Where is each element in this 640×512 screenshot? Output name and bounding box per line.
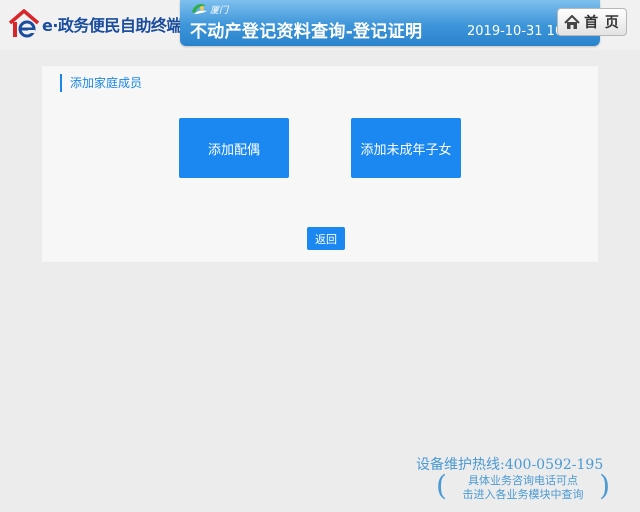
footer-note-line-1: 具体业务咨询电话可点 <box>468 474 578 487</box>
home-icon <box>564 14 580 29</box>
left-paren-decoration: ( <box>436 469 447 502</box>
city-badge: 厦门 <box>190 2 228 16</box>
back-button-label: 返回 <box>315 232 337 246</box>
xiamen-city-icon <box>192 4 207 14</box>
logo-text: e·政务便民自助终端 <box>42 16 182 35</box>
title-bar: 厦门 不动产登记资料查询-登记证明 2019-10-31 10:24:50 <box>180 0 600 46</box>
add-spouse-label: 添加配偶 <box>207 142 260 158</box>
family-member-panel: 添加家庭成员 添加配偶 添加未成年子女 返回 <box>42 66 598 262</box>
footer-note: ( 具体业务咨询电话可点 击进入各业务模块中查询 ) <box>436 470 610 506</box>
header: e·政务便民自助终端 厦门 不动产登记资料查询-登记证明 2019-10-31 … <box>0 0 640 50</box>
add-spouse-button[interactable]: 添加配偶 <box>179 118 289 178</box>
section-title: 添加家庭成员 <box>60 74 142 92</box>
home-button[interactable]: 首 页 <box>557 8 627 36</box>
app-logo: e·政务便民自助终端 <box>8 9 182 39</box>
house-e-logo-icon <box>8 9 40 38</box>
add-minor-child-label: 添加未成年子女 <box>360 142 452 158</box>
page-title: 不动产登记资料查询-登记证明 <box>190 22 423 42</box>
footer-note-text: 具体业务咨询电话可点 击进入各业务模块中查询 <box>452 474 594 502</box>
back-button[interactable]: 返回 <box>307 227 345 250</box>
add-minor-child-button[interactable]: 添加未成年子女 <box>351 118 461 178</box>
footer-note-line-2: 击进入各业务模块中查询 <box>462 488 584 501</box>
right-paren-decoration: ) <box>599 469 610 502</box>
home-button-label: 首 页 <box>584 15 620 31</box>
city-name: 厦门 <box>210 5 229 16</box>
